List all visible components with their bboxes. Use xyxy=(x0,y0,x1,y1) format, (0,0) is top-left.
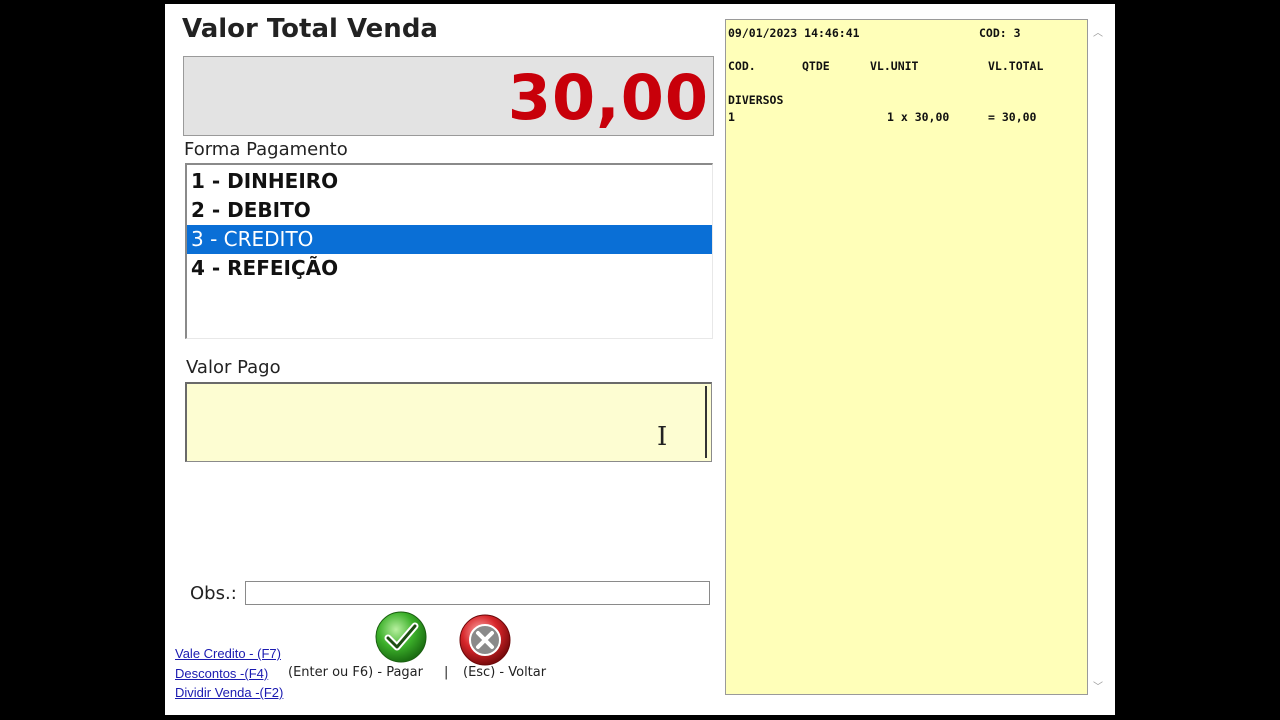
pay-shortcut-label: (Enter ou F6) - Pagar xyxy=(288,665,423,680)
receipt-header-cod: COD. xyxy=(728,59,756,73)
text-caret xyxy=(705,386,707,458)
receipt-panel: 09/01/2023 14:46:41 COD: 3 COD. QTDE VL.… xyxy=(725,19,1088,695)
receipt-header-vl-total: VL.TOTAL xyxy=(988,59,1044,73)
back-shortcut-label: (Esc) - Voltar xyxy=(463,665,547,680)
receipt-datetime: 09/01/2023 14:46:41 xyxy=(728,26,860,40)
payment-method-label: Forma Pagamento xyxy=(184,139,348,160)
receipt-item-total: = 30,00 xyxy=(988,110,1037,124)
obs-input[interactable] xyxy=(245,581,710,605)
descontos-link[interactable]: Descontos -(F4) xyxy=(175,666,268,681)
action-separator: | xyxy=(444,665,449,680)
total-value: 30,00 xyxy=(507,61,709,134)
paid-value-input[interactable] xyxy=(185,382,712,462)
receipt-item-code: 1 xyxy=(728,110,735,124)
paid-value-label: Valor Pago xyxy=(186,357,281,378)
payment-method-debito[interactable]: 2 - DEBITO xyxy=(187,196,712,225)
receipt-header-vl-unit: VL.UNIT xyxy=(870,59,919,73)
receipt-cod: COD: 3 xyxy=(979,26,1021,40)
page-title: Valor Total Venda xyxy=(182,14,438,44)
dividir-venda-link[interactable]: Dividir Venda -(F2) xyxy=(175,685,283,700)
payment-method-dinheiro[interactable]: 1 - DINHEIRO xyxy=(187,167,712,196)
total-value-box: 30,00 xyxy=(183,56,714,136)
payment-method-refeicao[interactable]: 4 - REFEIÇÃO xyxy=(187,254,712,283)
pay-check-icon[interactable] xyxy=(375,611,427,663)
scroll-down-arrow-icon[interactable]: ﹀ xyxy=(1093,678,1103,693)
receipt-item-name: DIVERSOS xyxy=(728,93,784,107)
payment-method-credito[interactable]: 3 - CREDITO xyxy=(187,225,712,254)
receipt-header-qtde: QTDE xyxy=(802,59,830,73)
obs-label: Obs.: xyxy=(190,583,237,604)
scroll-up-arrow-icon[interactable]: ︿ xyxy=(1093,24,1103,39)
payment-method-list[interactable]: 1 - DINHEIRO 2 - DEBITO 3 - CREDITO 4 - … xyxy=(185,163,713,339)
back-close-icon[interactable] xyxy=(459,614,511,666)
ibeam-cursor-icon: I xyxy=(657,422,668,452)
receipt-item-qty-unit: 1 x 30,00 xyxy=(887,110,950,124)
vale-credito-link[interactable]: Vale Credito - (F7) xyxy=(175,646,281,661)
